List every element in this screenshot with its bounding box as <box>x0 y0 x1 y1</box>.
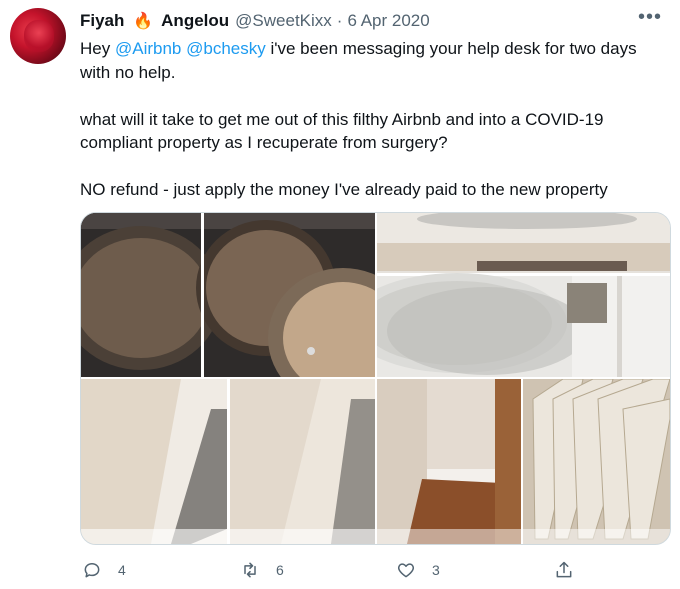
user-handle[interactable]: @SweetKixx <box>235 11 332 31</box>
retweet-button[interactable]: 6 <box>240 560 284 580</box>
reply-icon <box>84 563 100 578</box>
plates-shelf-photo[interactable] <box>377 213 670 377</box>
display-name[interactable]: Fiyah 🔥 Angelou <box>80 11 229 31</box>
tweet-header: Fiyah 🔥 Angelou @SweetKixx · 6 Apr 2020 <box>80 9 660 33</box>
tweet-paragraph-2: what will it take to get me out of this … <box>80 109 604 153</box>
wall-corner-image <box>81 379 375 544</box>
blinds-image <box>523 379 670 544</box>
tweet-paragraph-3: NO refund - just apply the money I've al… <box>80 180 608 199</box>
tweet-media[interactable] <box>80 212 671 545</box>
floor-corner-image <box>377 379 521 544</box>
share-icon <box>556 561 572 578</box>
tweet-paragraph-1: Hey @Airbnb @bchesky i've been messaging… <box>80 39 637 82</box>
fire-emoji-icon: 🔥 <box>133 13 154 30</box>
like-button[interactable]: 3 <box>396 560 440 580</box>
like-count: 3 <box>432 562 440 578</box>
wall-corner-photo[interactable] <box>81 379 375 544</box>
reply-button[interactable]: 4 <box>82 560 126 580</box>
frying-pans-photo[interactable] <box>81 213 375 377</box>
tweet-date[interactable]: 6 Apr 2020 <box>347 11 429 31</box>
tweet-text: Hey @Airbnb @bchesky i've been messaging… <box>80 37 665 225</box>
retweet-icon <box>244 562 256 578</box>
tweet-actions: 4 6 3 <box>80 560 580 584</box>
plates-shelf-image <box>377 213 670 377</box>
blinds-photo[interactable] <box>523 379 670 544</box>
reply-count: 4 <box>118 562 126 578</box>
share-button[interactable] <box>554 560 574 580</box>
more-options-icon[interactable]: ••• <box>638 6 662 29</box>
floor-corner-photo[interactable] <box>377 379 521 544</box>
retweet-count: 6 <box>276 562 284 578</box>
mention-airbnb[interactable]: @Airbnb <box>115 39 181 58</box>
mention-bchesky[interactable]: @bchesky <box>186 39 266 58</box>
avatar[interactable] <box>10 8 66 64</box>
heart-icon <box>397 563 415 578</box>
separator: · <box>336 11 343 30</box>
frying-pans-image <box>81 213 375 377</box>
